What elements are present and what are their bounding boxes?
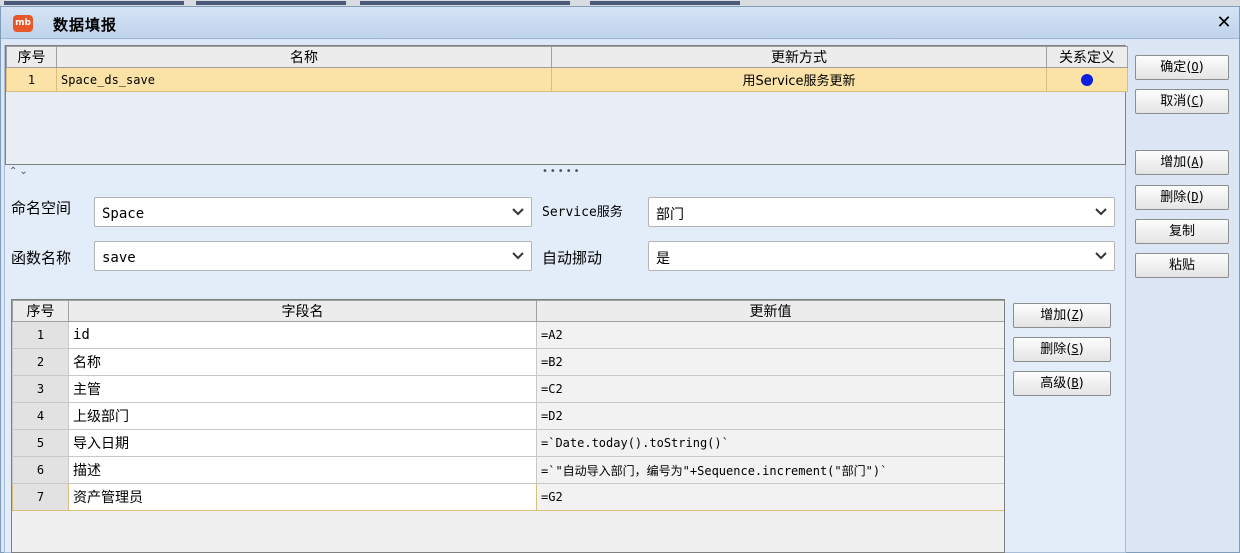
ok-button[interactable]: 确定(O): [1135, 55, 1229, 80]
field-grid: 序号 字段名 更新值 1 id =A2 2 名称 =B2 3 主管 =C2 4: [11, 299, 1005, 553]
field-name-cell[interactable]: 上级部门: [68, 402, 537, 430]
advanced-button[interactable]: 高级(B): [1013, 371, 1111, 396]
chevron-down-icon: [1095, 252, 1107, 260]
update-value-cell[interactable]: =A2: [536, 321, 1004, 349]
field-delete-button[interactable]: 删除(S): [1013, 337, 1111, 362]
row-index: 3: [12, 375, 69, 403]
update-list-grid: 序号 名称 更新方式 关系定义 1 Space_ds_save 用Service…: [5, 45, 1128, 165]
column-header-update-value[interactable]: 更新值: [536, 300, 1004, 322]
taskbar-segment: [360, 1, 570, 5]
column-header-mode[interactable]: 更新方式: [551, 46, 1047, 68]
function-value: save: [102, 250, 136, 266]
namespace-label: 命名空间: [11, 199, 72, 217]
column-header-field-name[interactable]: 字段名: [68, 300, 537, 322]
field-name-cell[interactable]: id: [68, 321, 537, 349]
namespace-select[interactable]: Space: [94, 197, 532, 227]
table-row[interactable]: 5 导入日期 =`Date.today().toString()`: [12, 429, 1004, 457]
row-index: 6: [12, 456, 69, 484]
column-header-index[interactable]: 序号: [12, 300, 69, 322]
table-row[interactable]: 6 描述 =`"自动导入部门，编号为"+Sequence.increment("…: [12, 456, 1004, 484]
cancel-button[interactable]: 取消(C): [1135, 89, 1229, 114]
service-value: 部门: [656, 207, 684, 223]
update-value-cell[interactable]: =G2: [536, 483, 1004, 511]
row-index: 7: [12, 483, 69, 511]
update-value-cell[interactable]: =`"自动导入部门，编号为"+Sequence.increment("部门")`: [536, 456, 1004, 484]
auto-move-select[interactable]: 是: [648, 241, 1115, 271]
taskbar-segment: [590, 1, 740, 5]
field-delete-shortcut: S: [1071, 342, 1079, 356]
update-value-cell[interactable]: =`Date.today().toString()`: [536, 429, 1004, 457]
ok-label: 确定: [1160, 60, 1187, 75]
dialog-title: 数据填报: [53, 16, 118, 34]
update-value-cell[interactable]: =D2: [536, 402, 1004, 430]
row-index: 1: [12, 321, 69, 349]
data-fill-dialog: mb 数据填报 ✕ 序号 名称 更新方式 关系定义 1 Space_ds_sav…: [0, 6, 1240, 553]
advanced-label: 高级: [1040, 376, 1067, 391]
add-label: 增加: [1160, 155, 1187, 170]
add-shortcut: A: [1191, 155, 1199, 169]
close-icon[interactable]: ✕: [1213, 12, 1235, 34]
cancel-label: 取消: [1160, 94, 1187, 109]
function-label: 函数名称: [11, 249, 72, 267]
field-add-shortcut: Z: [1071, 308, 1079, 322]
auto-move-label: 自动挪动: [542, 249, 603, 267]
table-row-selected[interactable]: 7 资产管理员 =G2: [12, 483, 1004, 511]
advanced-shortcut: B: [1071, 376, 1079, 390]
delete-button[interactable]: 删除(D): [1135, 185, 1229, 210]
cancel-shortcut: C: [1191, 94, 1199, 108]
field-add-label: 增加: [1040, 308, 1067, 323]
namespace-value: Space: [102, 206, 145, 222]
table-row[interactable]: 4 上级部门 =D2: [12, 402, 1004, 430]
chevron-down-icon: [1095, 208, 1107, 216]
taskbar-segment: [196, 1, 346, 5]
delete-label: 删除: [1160, 190, 1187, 205]
row-mode[interactable]: 用Service服务更新: [551, 67, 1047, 92]
row-relation[interactable]: [1046, 67, 1128, 92]
chevron-down-icon: [512, 208, 524, 216]
service-select[interactable]: 部门: [648, 197, 1115, 227]
row-index: 1: [6, 67, 57, 92]
chevron-down-icon: [512, 252, 524, 260]
service-label: Service服务: [542, 205, 623, 220]
column-header-name[interactable]: 名称: [56, 46, 552, 68]
field-add-button[interactable]: 增加(Z): [1013, 303, 1111, 328]
table-row[interactable]: 2 名称 =B2: [12, 348, 1004, 376]
row-name[interactable]: Space_ds_save: [56, 67, 552, 92]
auto-move-value: 是: [656, 251, 670, 267]
table-row[interactable]: 1 id =A2: [12, 321, 1004, 349]
copy-button[interactable]: 复制: [1135, 219, 1229, 244]
title-bar: mb 数据填报 ✕: [1, 7, 1239, 39]
field-name-cell[interactable]: 名称: [68, 348, 537, 376]
splitter-handle[interactable]: ⌃⌄: [9, 166, 30, 177]
field-name-cell[interactable]: 导入日期: [68, 429, 537, 457]
field-name-cell[interactable]: 资产管理员: [68, 483, 537, 511]
splitter-dots[interactable]: •••••: [542, 166, 582, 177]
taskbar-segment: [4, 1, 184, 5]
app-logo-icon: mb: [13, 15, 33, 32]
field-name-cell[interactable]: 主管: [68, 375, 537, 403]
ok-shortcut: O: [1191, 60, 1199, 74]
column-header-index[interactable]: 序号: [6, 46, 57, 68]
update-value-cell[interactable]: =B2: [536, 348, 1004, 376]
row-index: 4: [12, 402, 69, 430]
field-name-cell[interactable]: 描述: [68, 456, 537, 484]
field-delete-label: 删除: [1040, 342, 1067, 357]
add-button[interactable]: 增加(A): [1135, 150, 1229, 175]
paste-button[interactable]: 粘贴: [1135, 253, 1229, 278]
relation-dot-icon[interactable]: [1081, 73, 1093, 86]
update-value-cell[interactable]: =C2: [536, 375, 1004, 403]
table-row[interactable]: 3 主管 =C2: [12, 375, 1004, 403]
row-index: 2: [12, 348, 69, 376]
column-header-relation[interactable]: 关系定义: [1046, 46, 1128, 68]
row-index: 5: [12, 429, 69, 457]
delete-shortcut: D: [1191, 190, 1199, 204]
table-row[interactable]: 1 Space_ds_save 用Service服务更新: [6, 67, 1128, 92]
function-select[interactable]: save: [94, 241, 532, 271]
